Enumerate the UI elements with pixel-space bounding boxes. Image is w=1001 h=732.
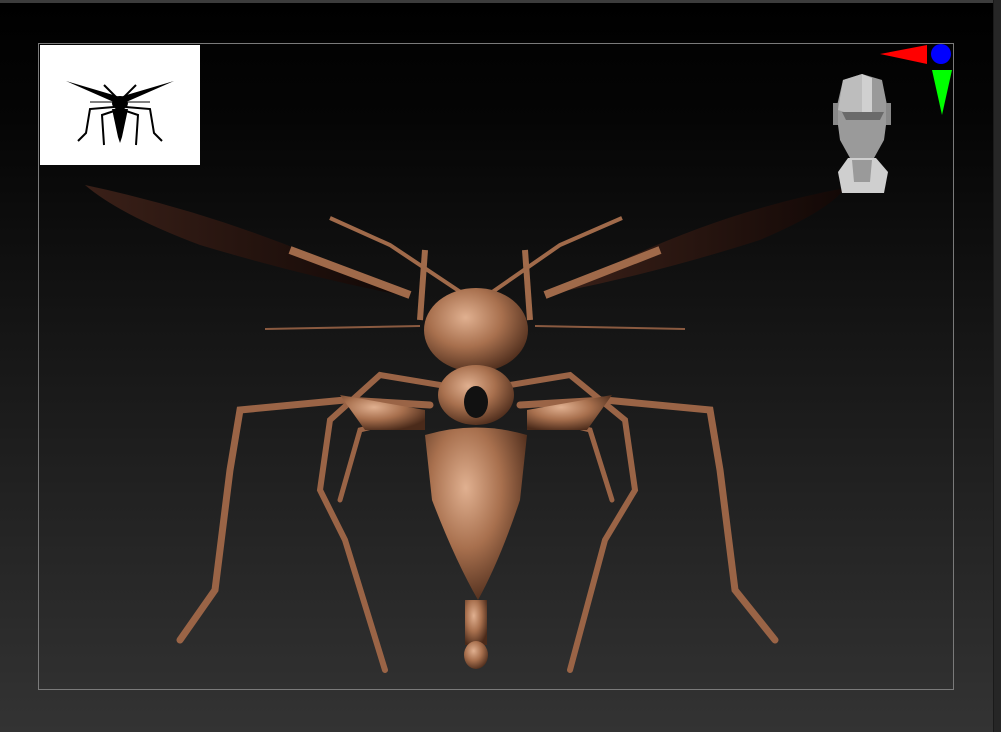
z-axis-dot-icon[interactable] [931,44,951,64]
head-orientation-icon[interactable] [833,74,891,193]
right-scrollbar[interactable] [993,0,1001,732]
navigator-thumbnail[interactable] [40,45,200,165]
insect-silhouette-icon [66,81,174,146]
